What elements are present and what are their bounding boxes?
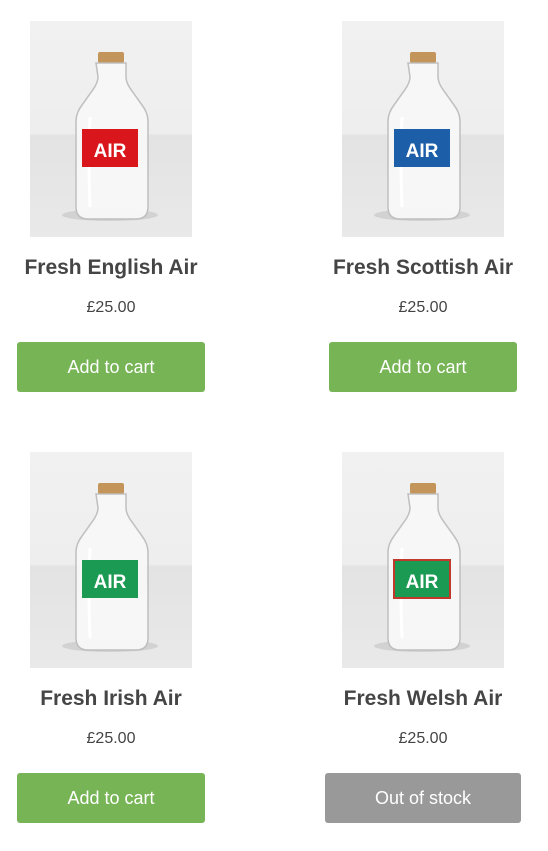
product-image-english[interactable]: AIR	[30, 21, 192, 237]
product-title-welsh[interactable]: Fresh Welsh Air	[313, 687, 533, 711]
svg-text:AIR: AIR	[94, 141, 127, 162]
product-image-irish[interactable]: AIR	[30, 452, 192, 668]
air-bottle-image: AIR	[374, 483, 470, 652]
add-to-cart-button-scottish[interactable]: Add to cart	[329, 342, 517, 392]
product-image-welsh[interactable]: AIR	[342, 452, 504, 668]
out-of-stock-button-welsh[interactable]: Out of stock	[325, 773, 521, 823]
product-price-irish: £25.00	[86, 730, 136, 747]
product-title-irish[interactable]: Fresh Irish Air	[1, 687, 221, 711]
product-price-welsh: £25.00	[398, 730, 448, 747]
product-price-scottish: £25.00	[398, 299, 448, 316]
add-to-cart-button-english[interactable]: Add to cart	[17, 342, 205, 392]
svg-text:AIR: AIR	[406, 572, 439, 593]
air-bottle-image: AIR	[62, 52, 158, 221]
svg-text:AIR: AIR	[406, 141, 439, 162]
add-to-cart-button-irish[interactable]: Add to cart	[17, 773, 205, 823]
product-title-english[interactable]: Fresh English Air	[1, 256, 221, 280]
svg-text:AIR: AIR	[94, 572, 127, 593]
product-price-english: £25.00	[86, 299, 136, 316]
air-bottle-image: AIR	[62, 483, 158, 652]
air-bottle-image: AIR	[374, 52, 470, 221]
product-image-scottish[interactable]: AIR	[342, 21, 504, 237]
product-title-scottish[interactable]: Fresh Scottish Air	[313, 256, 533, 280]
